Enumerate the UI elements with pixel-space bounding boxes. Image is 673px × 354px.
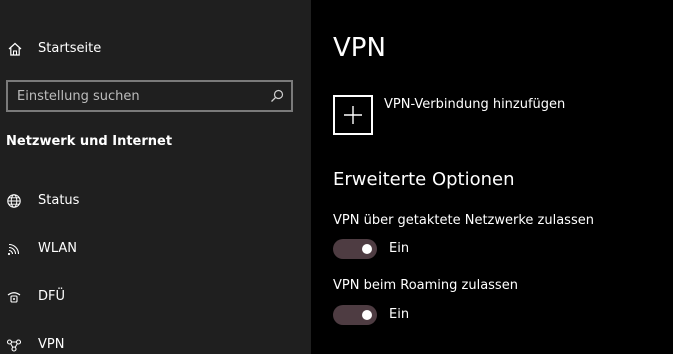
search-icon[interactable] — [269, 88, 285, 104]
main-content: VPN VPN-Verbindung hinzufügen Erweiterte… — [311, 0, 673, 354]
sidebar-item-vpn[interactable]: VPN — [0, 328, 311, 354]
wifi-icon — [6, 241, 22, 257]
roaming-label: VPN beim Roaming zulassen — [333, 278, 518, 293]
metered-networks-label: VPN über getaktete Netzwerke zulassen — [333, 213, 594, 228]
sidebar-item-label: DFÜ — [38, 289, 66, 304]
globe-icon — [6, 193, 22, 209]
sidebar-item-label: Status — [38, 193, 80, 208]
plus-icon — [344, 106, 362, 124]
advanced-options-heading: Erweiterte Optionen — [333, 169, 515, 190]
dialup-icon — [6, 289, 22, 305]
metered-networks-toggle-row: Ein — [333, 239, 533, 261]
page-title: VPN — [333, 33, 386, 63]
roaming-toggle[interactable] — [333, 305, 377, 325]
settings-window: Startseite Netzwerk und Internet — [0, 0, 673, 354]
sidebar-item-status[interactable]: Status — [0, 184, 311, 218]
sidebar-item-home[interactable]: Startseite — [0, 34, 311, 64]
add-vpn-connection-label: VPN-Verbindung hinzufügen — [384, 97, 566, 112]
add-vpn-connection-button[interactable]: VPN-Verbindung hinzufügen — [333, 95, 633, 135]
toggle-state-label: Ein — [389, 307, 410, 322]
roaming-toggle-row: Ein — [333, 305, 533, 327]
add-icon-box — [333, 95, 373, 135]
search-input[interactable] — [8, 82, 263, 110]
search-box[interactable] — [6, 80, 293, 112]
sidebar-item-dfu[interactable]: DFÜ — [0, 280, 311, 314]
sidebar-item-label: WLAN — [38, 241, 78, 256]
metered-networks-toggle[interactable] — [333, 239, 377, 259]
sidebar-item-wlan[interactable]: WLAN — [0, 232, 311, 266]
sidebar: Startseite Netzwerk und Internet — [0, 0, 311, 354]
home-icon — [7, 41, 23, 57]
sidebar-item-label: VPN — [38, 337, 65, 352]
toggle-state-label: Ein — [389, 241, 410, 256]
section-heading: Netzwerk und Internet — [6, 134, 173, 149]
toggle-knob — [362, 244, 372, 254]
sidebar-item-label: Startseite — [38, 41, 102, 56]
vpn-icon — [6, 337, 22, 353]
toggle-knob — [362, 310, 372, 320]
